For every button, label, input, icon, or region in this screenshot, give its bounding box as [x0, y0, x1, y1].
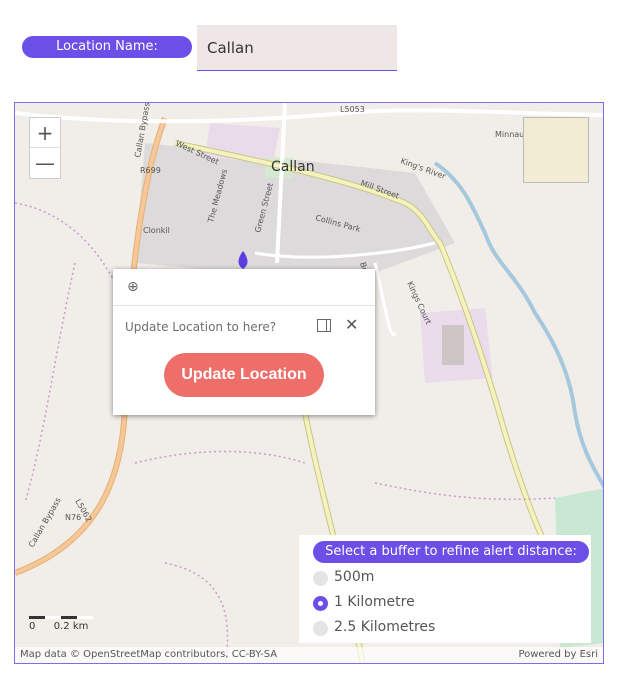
buffer-option-label: 500m: [334, 569, 375, 585]
buffer-panel: Select a buffer to refine alert distance…: [299, 535, 591, 643]
zoom-to-icon[interactable]: ⊕: [127, 279, 139, 295]
zoom-in-button[interactable]: +: [30, 118, 60, 148]
street-label: L5053: [340, 105, 365, 114]
road-minor: [373, 262, 397, 337]
scale-bar: 0 0.2 km: [29, 607, 99, 643]
attribution-right[interactable]: Powered by Esri: [518, 647, 598, 663]
buffer-option-label: 2.5 Kilometres: [334, 619, 436, 635]
building: [442, 325, 464, 365]
radio-selected-icon[interactable]: [313, 596, 328, 611]
location-name-input[interactable]: Callan: [197, 25, 397, 71]
street-label: Callan Bypass: [27, 496, 63, 549]
path: [134, 450, 306, 464]
map-view[interactable]: L5053 Callan Bypass West Street R699 Green S…: [14, 102, 604, 664]
location-popup: ⊕ Update Location to here? ✕ Update Loca…: [113, 269, 375, 415]
street-label: R699: [140, 166, 161, 175]
dock-icon[interactable]: [317, 319, 331, 332]
radio-icon[interactable]: [313, 621, 328, 636]
zoom-out-button[interactable]: —: [30, 148, 60, 178]
scale-label-start: 0: [29, 621, 36, 632]
popup-title: Update Location to here?: [125, 320, 277, 334]
update-location-button[interactable]: Update Location: [164, 353, 324, 397]
map-attribution: Map data © OpenStreetMap contributors, C…: [15, 647, 603, 663]
road-minor: [15, 108, 603, 124]
location-row: Location Name: Callan: [22, 25, 402, 71]
attribution-left[interactable]: Map data © OpenStreetMap contributors, C…: [20, 647, 277, 663]
buffer-title: Select a buffer to refine alert distance…: [313, 541, 589, 563]
radio-icon[interactable]: [313, 571, 328, 586]
scale-label-end: 0.2 km: [53, 621, 89, 632]
scale-label: 0 0.2 km: [29, 621, 88, 632]
path: [24, 262, 76, 504]
close-icon[interactable]: ✕: [345, 315, 358, 334]
path: [15, 202, 116, 284]
street-label: N76: [65, 513, 81, 522]
street-label: Kings Court: [405, 280, 433, 326]
overview-map[interactable]: [523, 117, 589, 183]
popup-toolbar: ⊕: [113, 269, 375, 306]
buffer-option-label: 1 Kilometre: [334, 594, 415, 610]
town-label: Callan: [271, 159, 315, 175]
location-name-label: Location Name:: [22, 36, 192, 58]
zoom-control: + —: [29, 117, 61, 179]
street-label: Clonkil: [143, 226, 170, 235]
